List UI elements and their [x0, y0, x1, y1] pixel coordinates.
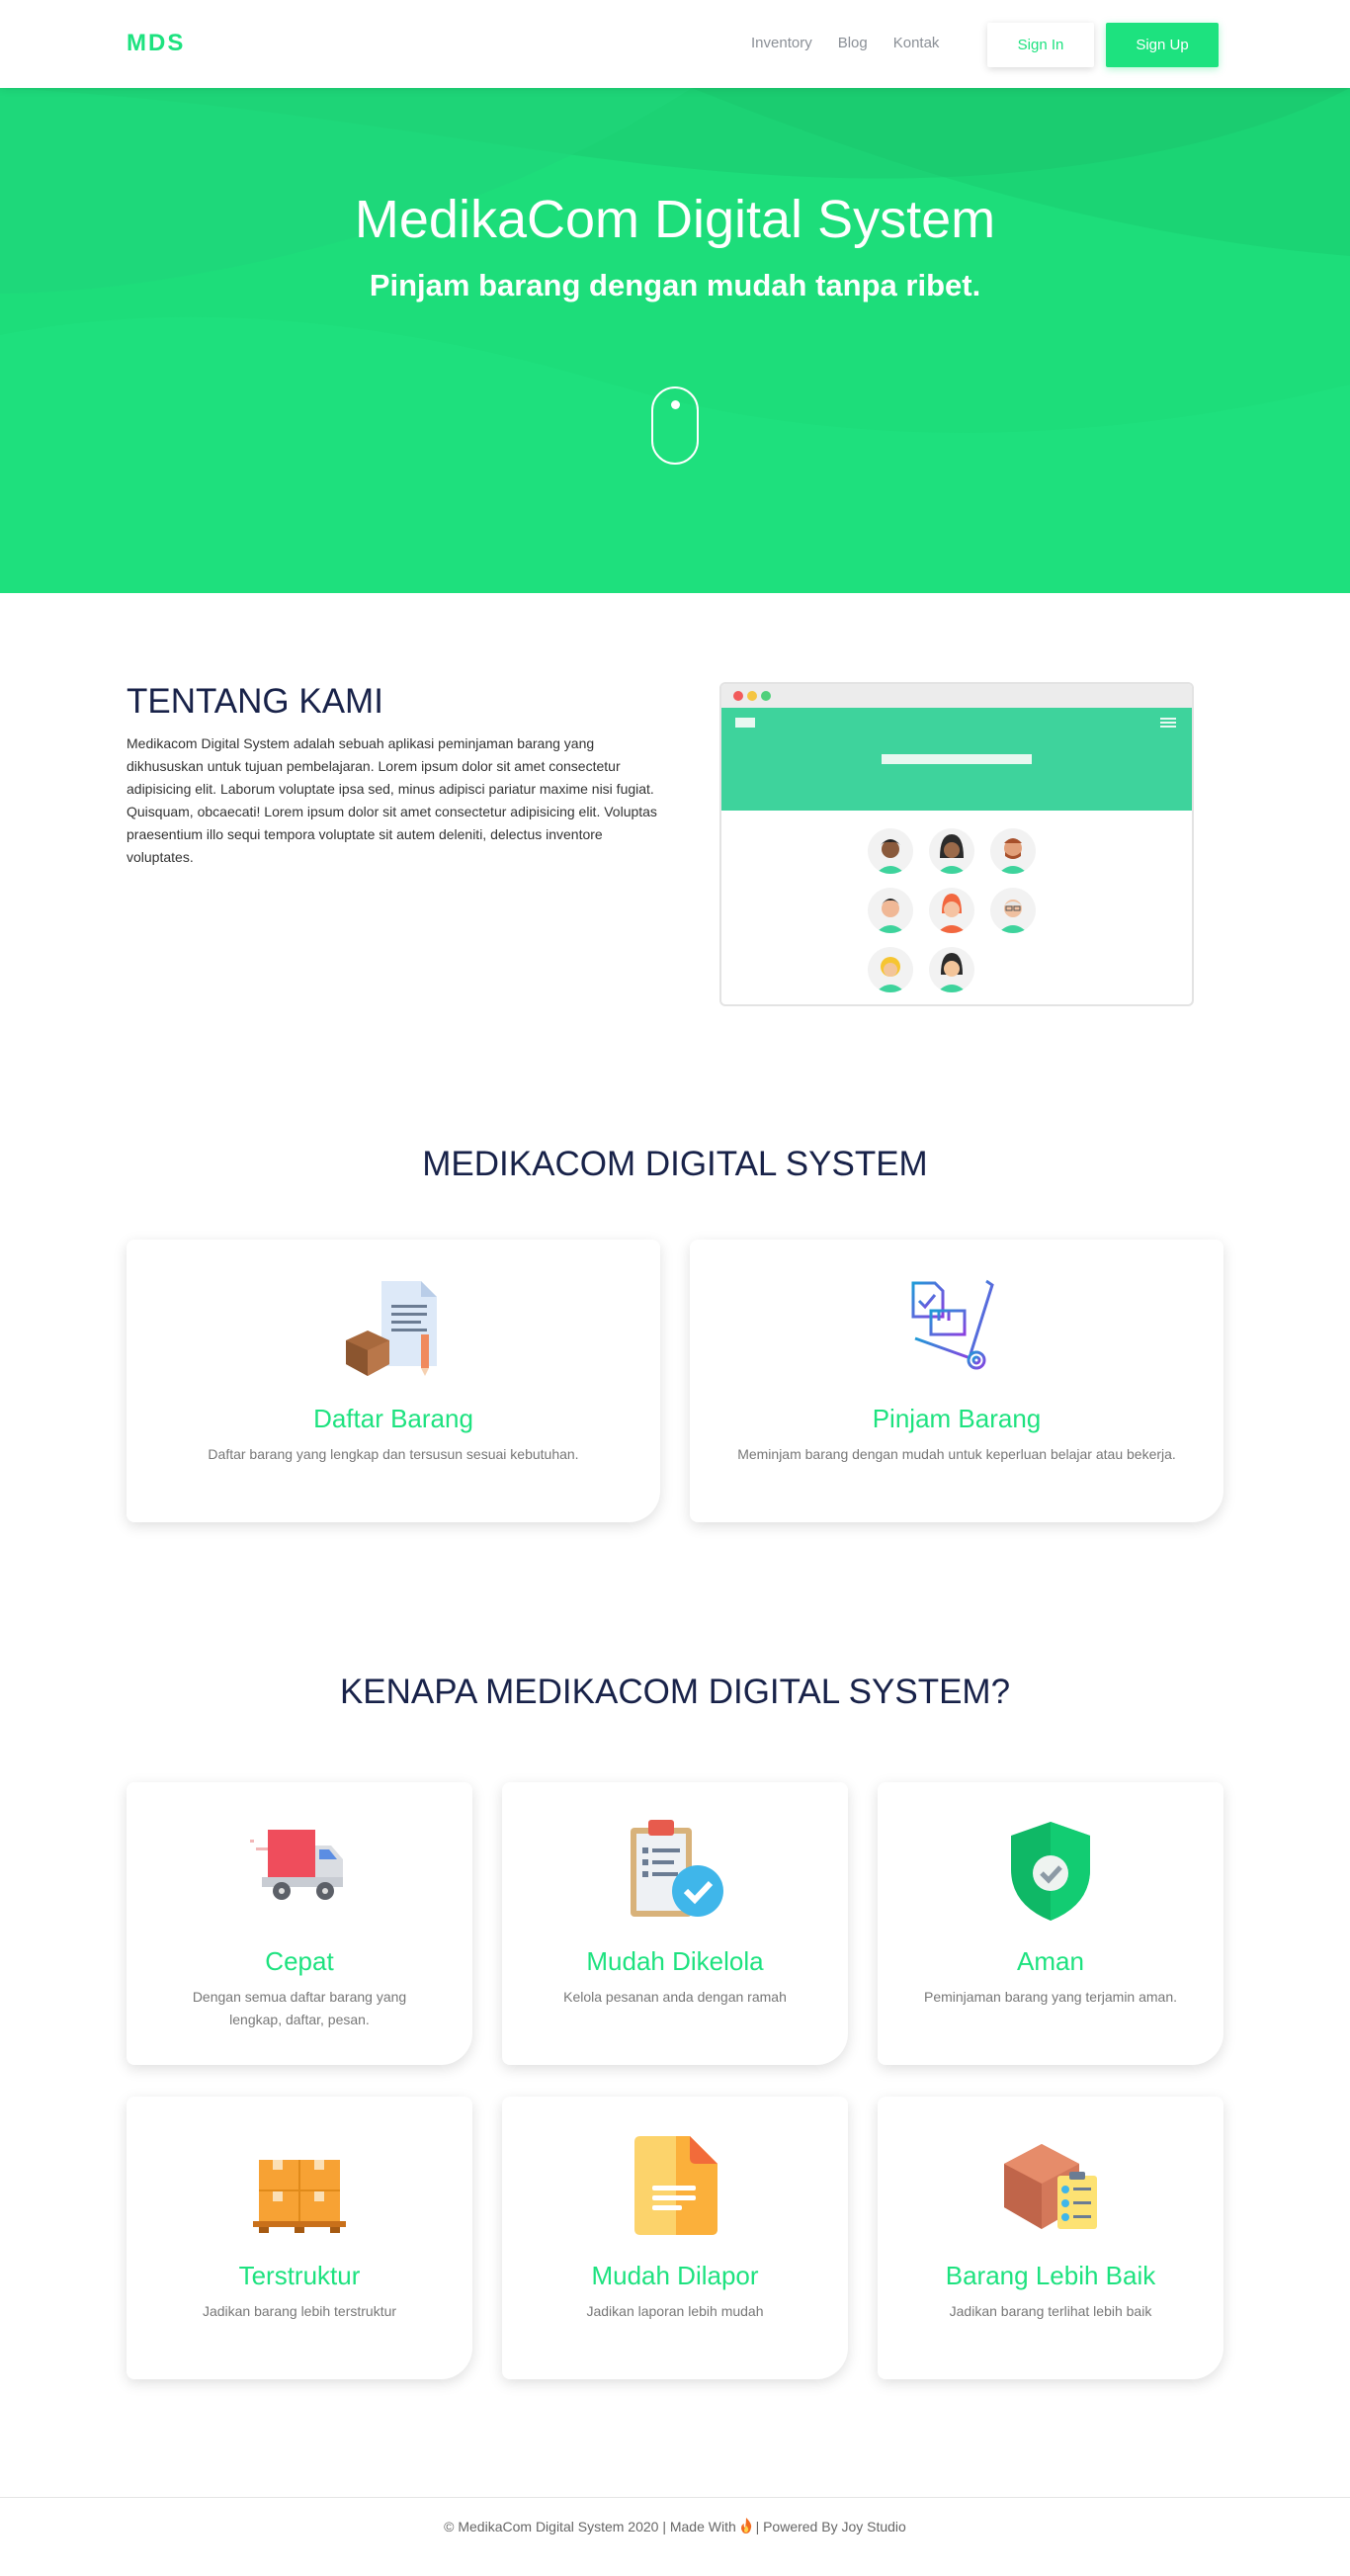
scroll-mouse-icon[interactable]	[651, 386, 699, 465]
card-description: Meminjam barang dengan mudah untuk keper…	[737, 1446, 1176, 1462]
about-description: Medikacom Digital System adalah sebuah a…	[127, 735, 657, 865]
footer-powered-by: | Powered By Joy Studio	[755, 2519, 906, 2534]
feature-card-aman[interactable]: Aman Peminjaman barang yang terjamin ama…	[878, 1782, 1223, 2065]
footer: © MedikaCom Digital System 2020 | Made W…	[0, 2518, 1350, 2534]
card-title: Mudah Dikelola	[586, 1946, 764, 1976]
fire-icon	[740, 2518, 751, 2533]
pallet-boxes-icon	[253, 2156, 346, 2240]
feature-card-mudah-dikelola[interactable]: Mudah Dikelola Kelola pesanan anda denga…	[502, 1782, 848, 2065]
why-title: KENAPA MEDIKACOM DIGITAL SYSTEM?	[339, 1673, 1011, 1711]
nav-links: Inventory Blog Kontak	[751, 35, 939, 51]
website-mockup-illustration	[719, 682, 1194, 1006]
footer-divider	[0, 2497, 1350, 2498]
clipboard-check-icon	[625, 1820, 727, 1928]
nav-link-kontak[interactable]: Kontak	[893, 35, 940, 51]
avatar	[929, 947, 974, 992]
service-card-daftar-barang[interactable]: Daftar Barang Daftar barang yang lengkap…	[127, 1240, 660, 1522]
card-description: Jadikan laporan lebih mudah	[586, 2303, 764, 2319]
card-description: Jadikan barang lebih terstruktur	[202, 2303, 397, 2319]
avatar	[929, 828, 974, 874]
mockup-header	[721, 708, 1192, 811]
hand-truck-icon	[905, 1277, 1008, 1385]
feature-card-terstruktur[interactable]: Terstruktur Jadikan barang lebih terstru…	[127, 2097, 472, 2379]
card-description: Dengan semua daftar barang yang lengkap,…	[192, 1989, 407, 2027]
browser-bar	[721, 684, 1192, 708]
nav-link-blog[interactable]: Blog	[838, 35, 868, 51]
card-description: Peminjaman barang yang terjamin aman.	[923, 1989, 1178, 2005]
hero-wave-background	[0, 88, 1350, 593]
shield-check-icon	[1007, 1820, 1094, 1928]
card-description: Kelola pesanan anda dengan ramah	[563, 1989, 787, 2005]
sign-up-button[interactable]: Sign Up	[1106, 23, 1219, 67]
avatar	[990, 828, 1036, 874]
card-title: Cepat	[265, 1946, 334, 1976]
card-description: Jadikan barang terlihat lebih baik	[949, 2303, 1152, 2319]
hero-section: MedikaCom Digital System Pinjam barang d…	[0, 88, 1350, 593]
document-icon	[633, 2134, 719, 2242]
footer-copyright: © MedikaCom Digital System 2020 | Made W…	[444, 2519, 736, 2534]
card-title: Terstruktur	[238, 2261, 361, 2290]
hero-title: MedikaCom Digital System	[354, 190, 996, 249]
service-card-pinjam-barang[interactable]: Pinjam Barang Meminjam barang dengan mud…	[690, 1240, 1223, 1522]
truck-icon	[250, 1826, 349, 1914]
feature-card-mudah-dilapor[interactable]: Mudah Dilapor Jadikan laporan lebih muda…	[502, 2097, 848, 2379]
feature-card-barang-lebih-baik[interactable]: Barang Lebih Baik Jadikan barang terliha…	[878, 2097, 1223, 2379]
avatar	[868, 828, 913, 874]
box-document-icon	[342, 1279, 445, 1383]
card-title: Aman	[1017, 1946, 1084, 1976]
sign-in-button[interactable]: Sign In	[987, 23, 1094, 67]
box-checklist-icon	[1002, 2142, 1099, 2236]
nav-link-inventory[interactable]: Inventory	[751, 35, 812, 51]
card-title: Daftar Barang	[313, 1404, 473, 1433]
about-title: TENTANG KAMI	[127, 682, 383, 721]
card-title: Barang Lebih Baik	[945, 2261, 1156, 2290]
brand-logo[interactable]: MDS	[127, 30, 185, 57]
card-description: Daftar barang yang lengkap dan tersusun …	[208, 1446, 579, 1462]
card-title: Pinjam Barang	[872, 1404, 1042, 1433]
menu-icon	[1160, 718, 1176, 728]
services-title: MEDIKACOM DIGITAL SYSTEM	[422, 1145, 928, 1183]
avatar	[990, 888, 1036, 933]
avatar	[868, 947, 913, 992]
hero-subtitle: Pinjam barang dengan mudah tanpa ribet.	[369, 268, 981, 302]
feature-card-cepat[interactable]: Cepat Dengan semua daftar barang yang le…	[127, 1782, 472, 2065]
avatar	[868, 888, 913, 933]
avatar	[929, 888, 974, 933]
navbar: MDS Inventory Blog Kontak Sign In Sign U…	[0, 0, 1350, 88]
card-title: Mudah Dilapor	[591, 2261, 759, 2290]
